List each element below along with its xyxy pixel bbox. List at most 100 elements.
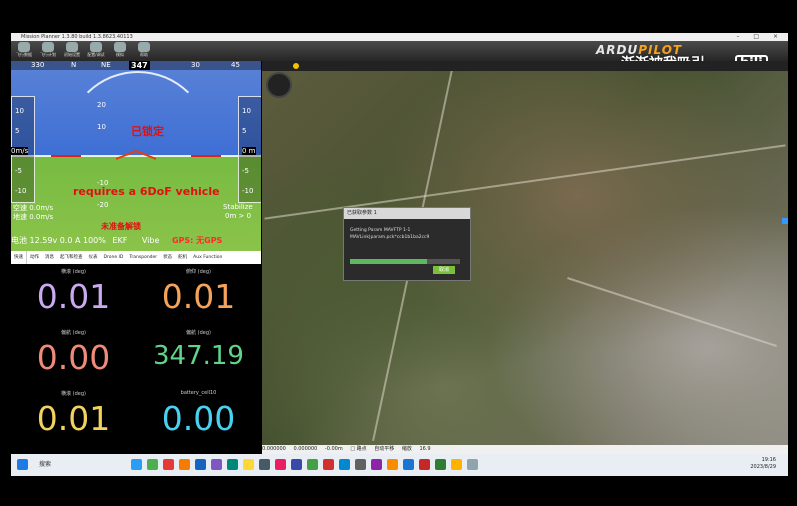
main-toolbar: 飞行数据 飞行计划 初始设置 配置/调试 模拟 帮助 ARDUPILOT 渐渐被… (11, 41, 788, 73)
map-alt: -0.00m (324, 446, 343, 452)
vibe-status[interactable]: Vibe (142, 236, 160, 245)
vehicle-message: requires a 6DoF vehicle (73, 185, 220, 198)
help-button[interactable]: 帮助 (133, 42, 155, 58)
app-icon[interactable] (451, 459, 462, 470)
armed-status-text: 已锁定 (131, 125, 164, 138)
tab-servo[interactable]: 舵机 (175, 251, 190, 264)
tab-quick[interactable]: 快速 (11, 251, 27, 264)
setup-icon (66, 42, 78, 52)
app-icon[interactable] (195, 459, 206, 470)
quick-cell[interactable]: 横滚 (deg) 0.01 (11, 264, 136, 324)
map-road (567, 277, 777, 347)
app-icon[interactable] (179, 459, 190, 470)
app-icon[interactable] (323, 459, 334, 470)
app-icon[interactable] (419, 459, 430, 470)
window-controls[interactable]: – □ × (736, 33, 784, 41)
status-dot-icon (293, 63, 299, 69)
quick-cell-label: 横滚 (deg) (61, 391, 86, 397)
app-icon[interactable] (467, 459, 478, 470)
speed-tape: 10 5 0m/s -5 -10 (11, 96, 35, 203)
tab-aux-function[interactable]: Aux Function (190, 251, 225, 264)
quick-cell-value: 0.00 (161, 399, 236, 438)
app-icon[interactable] (227, 459, 238, 470)
app-icon[interactable] (259, 459, 270, 470)
map-view[interactable] (262, 61, 788, 445)
config-icon (90, 42, 102, 52)
map-status-bar: 0.000000 0.000000 -0.00m □ 路点 自动平移 缩放 16… (262, 445, 788, 454)
app-icon[interactable] (307, 459, 318, 470)
flight-data-button[interactable]: 飞行数据 (13, 42, 35, 58)
param-download-dialog: 已获取参数 1 Getting Param MAVFTP 1-1 MAVLink… (343, 207, 471, 281)
start-icon[interactable] (17, 459, 28, 470)
map-header-strip (262, 61, 788, 71)
pitch-label-20: 20 (97, 101, 106, 109)
quick-cell-value: 0.00 (36, 338, 111, 377)
quick-cell-value: 347.19 (153, 341, 244, 371)
tab-drone-id[interactable]: Drone ID (101, 251, 127, 264)
app-icon[interactable] (147, 459, 158, 470)
app-icon[interactable] (339, 459, 350, 470)
help-icon (138, 42, 150, 52)
tab-preflight[interactable]: 起飞和检查 (57, 251, 86, 264)
window-title-bar: Mission Planner 1.3.80 build 1.3.8623.40… (11, 33, 788, 41)
app-icon[interactable] (243, 459, 254, 470)
dialog-cancel-button[interactable]: 取消 (433, 266, 455, 274)
altitude-tape: 10 5 0 m -5 -10 (238, 96, 261, 203)
quick-cell[interactable]: 偏航 (deg) 347.19 (136, 325, 261, 385)
dialog-detail-line: MAVLink|param.pck*ccb1b1ba2cc9 (350, 235, 430, 240)
ekf-status[interactable]: EKF (112, 236, 127, 245)
tab-gauges[interactable]: 仪表 (86, 251, 101, 264)
tab-status[interactable]: 状态 (160, 251, 175, 264)
app-icon[interactable] (291, 459, 302, 470)
quick-cell-label: 偏航 (deg) (61, 330, 86, 336)
quick-cell-label: 俯仰 (deg) (186, 269, 211, 275)
waypoint-checkbox[interactable]: □ 路点 (350, 446, 366, 452)
window-title: Mission Planner 1.3.80 build 1.3.8623.40… (21, 34, 133, 40)
tab-transponder[interactable]: Transponder (126, 251, 160, 264)
config-tuning-button[interactable]: 配置/调试 (85, 42, 107, 58)
hud-display: 330 N NE 30 45 347 10 5 0m/s -5 -10 10 5… (11, 61, 261, 251)
zoom-label: 缩放 (401, 446, 412, 452)
simulation-icon (114, 42, 126, 52)
distance-text: 0m > 0 (225, 212, 252, 220)
map-compass-icon (266, 72, 292, 98)
tab-actions[interactable]: 动作 (27, 251, 42, 264)
quick-cell[interactable]: 偏航 (deg) 0.00 (11, 325, 136, 385)
app-icon[interactable] (435, 459, 446, 470)
map-lng: 0.000000 (293, 446, 318, 452)
app-icon[interactable] (355, 459, 366, 470)
app-icon[interactable] (403, 459, 414, 470)
quick-cell[interactable]: 横滚 (deg) 0.01 (11, 386, 136, 446)
quick-cell[interactable]: 俯仰 (deg) 0.01 (136, 264, 261, 324)
tab-messages[interactable]: 消息 (42, 251, 57, 264)
taskbar-search[interactable]: 搜索 (39, 459, 51, 468)
app-icon[interactable] (163, 459, 174, 470)
system-clock[interactable]: 19:16 2023/8/29 (750, 457, 776, 471)
initial-setup-button[interactable]: 初始设置 (61, 42, 83, 58)
app-icon[interactable] (211, 459, 222, 470)
data-tabs: 快速 动作 消息 起飞和检查 仪表 Drone ID Transponder 状态 舵机 Aux … (11, 251, 261, 265)
quick-cell-label: 偏航 (deg) (186, 330, 211, 336)
auto-pan-checkbox[interactable]: 自动平移 (374, 446, 394, 452)
simulation-button[interactable]: 模拟 (109, 42, 131, 58)
battery-status: 电池 12.59v 0.0 A 100% (11, 236, 106, 245)
dialog-title: 已获取参数 1 (344, 208, 470, 219)
map-zoom-handle[interactable] (782, 218, 788, 224)
zoom-input[interactable]: 16.9 (419, 446, 430, 452)
quick-cell-label: 横滚 (deg) (61, 269, 86, 275)
app-icon[interactable] (131, 459, 142, 470)
dialog-progress-bar (350, 259, 460, 264)
left-level-marker (51, 155, 81, 157)
quick-cell[interactable]: battery_cell10 0.00 (136, 386, 261, 446)
quick-cell-value: 0.01 (36, 277, 111, 316)
pitch-label-10: 10 (97, 123, 106, 131)
right-level-marker (191, 155, 221, 157)
app-icon[interactable] (275, 459, 286, 470)
app-icon[interactable] (387, 459, 398, 470)
map-lat: 0.000000 (262, 446, 286, 452)
flight-plan-button[interactable]: 飞行计划 (37, 42, 59, 58)
prearm-status-text: 未准备解锁 (101, 222, 141, 231)
gps-status: GPS: 无GPS (171, 236, 223, 245)
groundspeed-text: 地速 0.0m/s (13, 213, 54, 221)
app-icon[interactable] (371, 459, 382, 470)
